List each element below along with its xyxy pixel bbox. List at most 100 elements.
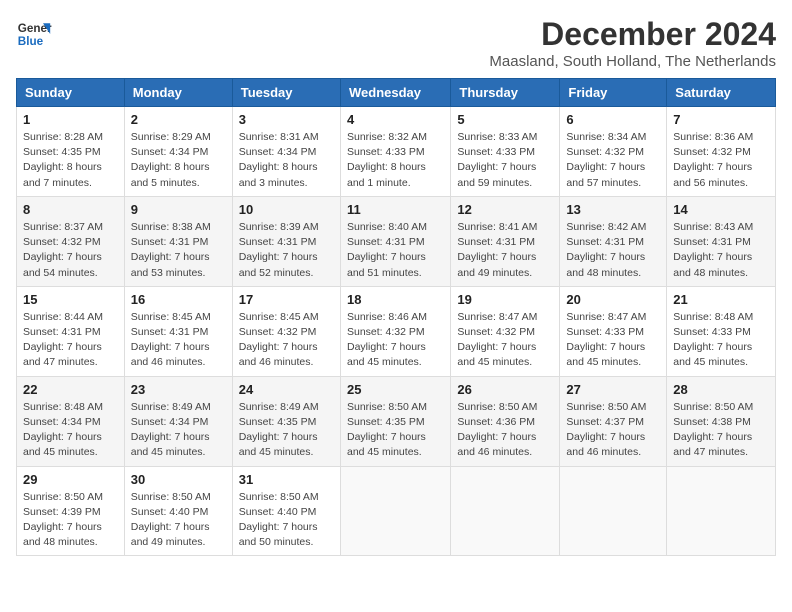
day-detail: Sunrise: 8:47 AMSunset: 4:32 PMDaylight:… bbox=[457, 311, 537, 369]
day-number: 16 bbox=[131, 292, 226, 307]
header-friday: Friday bbox=[560, 79, 667, 107]
calendar-day-cell: 11 Sunrise: 8:40 AMSunset: 4:31 PMDaylig… bbox=[340, 196, 450, 286]
calendar-day-cell: 27 Sunrise: 8:50 AMSunset: 4:37 PMDaylig… bbox=[560, 376, 667, 466]
calendar-day-cell: 15 Sunrise: 8:44 AMSunset: 4:31 PMDaylig… bbox=[17, 286, 125, 376]
calendar-day-cell: 16 Sunrise: 8:45 AMSunset: 4:31 PMDaylig… bbox=[124, 286, 232, 376]
day-number: 2 bbox=[131, 112, 226, 127]
logo-icon: General Blue bbox=[16, 16, 52, 52]
calendar-day-cell: 13 Sunrise: 8:42 AMSunset: 4:31 PMDaylig… bbox=[560, 196, 667, 286]
day-number: 27 bbox=[566, 382, 660, 397]
calendar-day-cell: 25 Sunrise: 8:50 AMSunset: 4:35 PMDaylig… bbox=[340, 376, 450, 466]
header-sunday: Sunday bbox=[17, 79, 125, 107]
calendar-week-row: 15 Sunrise: 8:44 AMSunset: 4:31 PMDaylig… bbox=[17, 286, 776, 376]
day-detail: Sunrise: 8:29 AMSunset: 4:34 PMDaylight:… bbox=[131, 131, 211, 189]
calendar-day-cell: 30 Sunrise: 8:50 AMSunset: 4:40 PMDaylig… bbox=[124, 466, 232, 556]
calendar-table: SundayMondayTuesdayWednesdayThursdayFrid… bbox=[16, 78, 776, 556]
calendar-day-cell: 29 Sunrise: 8:50 AMSunset: 4:39 PMDaylig… bbox=[17, 466, 125, 556]
day-detail: Sunrise: 8:31 AMSunset: 4:34 PMDaylight:… bbox=[239, 131, 319, 189]
day-number: 26 bbox=[457, 382, 553, 397]
day-detail: Sunrise: 8:50 AMSunset: 4:37 PMDaylight:… bbox=[566, 401, 646, 459]
calendar-week-row: 29 Sunrise: 8:50 AMSunset: 4:39 PMDaylig… bbox=[17, 466, 776, 556]
header-monday: Monday bbox=[124, 79, 232, 107]
day-detail: Sunrise: 8:39 AMSunset: 4:31 PMDaylight:… bbox=[239, 221, 319, 279]
day-detail: Sunrise: 8:41 AMSunset: 4:31 PMDaylight:… bbox=[457, 221, 537, 279]
calendar-day-cell: 20 Sunrise: 8:47 AMSunset: 4:33 PMDaylig… bbox=[560, 286, 667, 376]
day-number: 17 bbox=[239, 292, 334, 307]
calendar-day-cell: 12 Sunrise: 8:41 AMSunset: 4:31 PMDaylig… bbox=[451, 196, 560, 286]
day-detail: Sunrise: 8:50 AMSunset: 4:40 PMDaylight:… bbox=[131, 491, 211, 549]
empty-cell bbox=[560, 466, 667, 556]
day-detail: Sunrise: 8:36 AMSunset: 4:32 PMDaylight:… bbox=[673, 131, 753, 189]
calendar-day-cell: 8 Sunrise: 8:37 AMSunset: 4:32 PMDayligh… bbox=[17, 196, 125, 286]
calendar-week-row: 1 Sunrise: 8:28 AMSunset: 4:35 PMDayligh… bbox=[17, 107, 776, 197]
day-detail: Sunrise: 8:45 AMSunset: 4:32 PMDaylight:… bbox=[239, 311, 319, 369]
calendar-day-cell: 3 Sunrise: 8:31 AMSunset: 4:34 PMDayligh… bbox=[232, 107, 340, 197]
calendar-day-cell: 10 Sunrise: 8:39 AMSunset: 4:31 PMDaylig… bbox=[232, 196, 340, 286]
calendar-day-cell: 24 Sunrise: 8:49 AMSunset: 4:35 PMDaylig… bbox=[232, 376, 340, 466]
day-number: 13 bbox=[566, 202, 660, 217]
day-number: 22 bbox=[23, 382, 118, 397]
day-number: 24 bbox=[239, 382, 334, 397]
day-detail: Sunrise: 8:50 AMSunset: 4:40 PMDaylight:… bbox=[239, 491, 319, 549]
day-number: 21 bbox=[673, 292, 769, 307]
day-number: 23 bbox=[131, 382, 226, 397]
day-number: 5 bbox=[457, 112, 553, 127]
calendar-day-cell: 22 Sunrise: 8:48 AMSunset: 4:34 PMDaylig… bbox=[17, 376, 125, 466]
header-thursday: Thursday bbox=[451, 79, 560, 107]
day-number: 28 bbox=[673, 382, 769, 397]
calendar-week-row: 22 Sunrise: 8:48 AMSunset: 4:34 PMDaylig… bbox=[17, 376, 776, 466]
calendar-day-cell: 5 Sunrise: 8:33 AMSunset: 4:33 PMDayligh… bbox=[451, 107, 560, 197]
day-number: 4 bbox=[347, 112, 444, 127]
empty-cell bbox=[340, 466, 450, 556]
day-number: 12 bbox=[457, 202, 553, 217]
calendar-day-cell: 14 Sunrise: 8:43 AMSunset: 4:31 PMDaylig… bbox=[667, 196, 776, 286]
calendar-week-row: 8 Sunrise: 8:37 AMSunset: 4:32 PMDayligh… bbox=[17, 196, 776, 286]
calendar-day-cell: 1 Sunrise: 8:28 AMSunset: 4:35 PMDayligh… bbox=[17, 107, 125, 197]
day-number: 11 bbox=[347, 202, 444, 217]
day-number: 1 bbox=[23, 112, 118, 127]
day-number: 18 bbox=[347, 292, 444, 307]
day-detail: Sunrise: 8:42 AMSunset: 4:31 PMDaylight:… bbox=[566, 221, 646, 279]
calendar-day-cell: 23 Sunrise: 8:49 AMSunset: 4:34 PMDaylig… bbox=[124, 376, 232, 466]
day-number: 31 bbox=[239, 472, 334, 487]
day-detail: Sunrise: 8:48 AMSunset: 4:34 PMDaylight:… bbox=[23, 401, 103, 459]
day-detail: Sunrise: 8:49 AMSunset: 4:35 PMDaylight:… bbox=[239, 401, 319, 459]
day-number: 9 bbox=[131, 202, 226, 217]
day-number: 15 bbox=[23, 292, 118, 307]
day-detail: Sunrise: 8:46 AMSunset: 4:32 PMDaylight:… bbox=[347, 311, 427, 369]
empty-cell bbox=[451, 466, 560, 556]
day-detail: Sunrise: 8:47 AMSunset: 4:33 PMDaylight:… bbox=[566, 311, 646, 369]
day-number: 10 bbox=[239, 202, 334, 217]
day-detail: Sunrise: 8:38 AMSunset: 4:31 PMDaylight:… bbox=[131, 221, 211, 279]
location-subtitle: Maasland, South Holland, The Netherlands bbox=[489, 53, 776, 70]
day-detail: Sunrise: 8:50 AMSunset: 4:35 PMDaylight:… bbox=[347, 401, 427, 459]
day-detail: Sunrise: 8:28 AMSunset: 4:35 PMDaylight:… bbox=[23, 131, 103, 189]
day-detail: Sunrise: 8:32 AMSunset: 4:33 PMDaylight:… bbox=[347, 131, 427, 189]
day-number: 20 bbox=[566, 292, 660, 307]
day-detail: Sunrise: 8:49 AMSunset: 4:34 PMDaylight:… bbox=[131, 401, 211, 459]
calendar-header-row: SundayMondayTuesdayWednesdayThursdayFrid… bbox=[17, 79, 776, 107]
day-number: 3 bbox=[239, 112, 334, 127]
day-number: 14 bbox=[673, 202, 769, 217]
header-tuesday: Tuesday bbox=[232, 79, 340, 107]
calendar-day-cell: 6 Sunrise: 8:34 AMSunset: 4:32 PMDayligh… bbox=[560, 107, 667, 197]
day-detail: Sunrise: 8:50 AMSunset: 4:36 PMDaylight:… bbox=[457, 401, 537, 459]
header-wednesday: Wednesday bbox=[340, 79, 450, 107]
day-number: 25 bbox=[347, 382, 444, 397]
header-saturday: Saturday bbox=[667, 79, 776, 107]
calendar-day-cell: 31 Sunrise: 8:50 AMSunset: 4:40 PMDaylig… bbox=[232, 466, 340, 556]
calendar-day-cell: 9 Sunrise: 8:38 AMSunset: 4:31 PMDayligh… bbox=[124, 196, 232, 286]
title-block: December 2024 Maasland, South Holland, T… bbox=[489, 16, 776, 70]
day-detail: Sunrise: 8:50 AMSunset: 4:38 PMDaylight:… bbox=[673, 401, 753, 459]
calendar-day-cell: 18 Sunrise: 8:46 AMSunset: 4:32 PMDaylig… bbox=[340, 286, 450, 376]
calendar-day-cell: 7 Sunrise: 8:36 AMSunset: 4:32 PMDayligh… bbox=[667, 107, 776, 197]
calendar-day-cell: 2 Sunrise: 8:29 AMSunset: 4:34 PMDayligh… bbox=[124, 107, 232, 197]
svg-text:Blue: Blue bbox=[18, 35, 44, 48]
day-detail: Sunrise: 8:50 AMSunset: 4:39 PMDaylight:… bbox=[23, 491, 103, 549]
empty-cell bbox=[667, 466, 776, 556]
day-number: 7 bbox=[673, 112, 769, 127]
calendar-day-cell: 21 Sunrise: 8:48 AMSunset: 4:33 PMDaylig… bbox=[667, 286, 776, 376]
day-detail: Sunrise: 8:40 AMSunset: 4:31 PMDaylight:… bbox=[347, 221, 427, 279]
day-detail: Sunrise: 8:48 AMSunset: 4:33 PMDaylight:… bbox=[673, 311, 753, 369]
calendar-day-cell: 26 Sunrise: 8:50 AMSunset: 4:36 PMDaylig… bbox=[451, 376, 560, 466]
